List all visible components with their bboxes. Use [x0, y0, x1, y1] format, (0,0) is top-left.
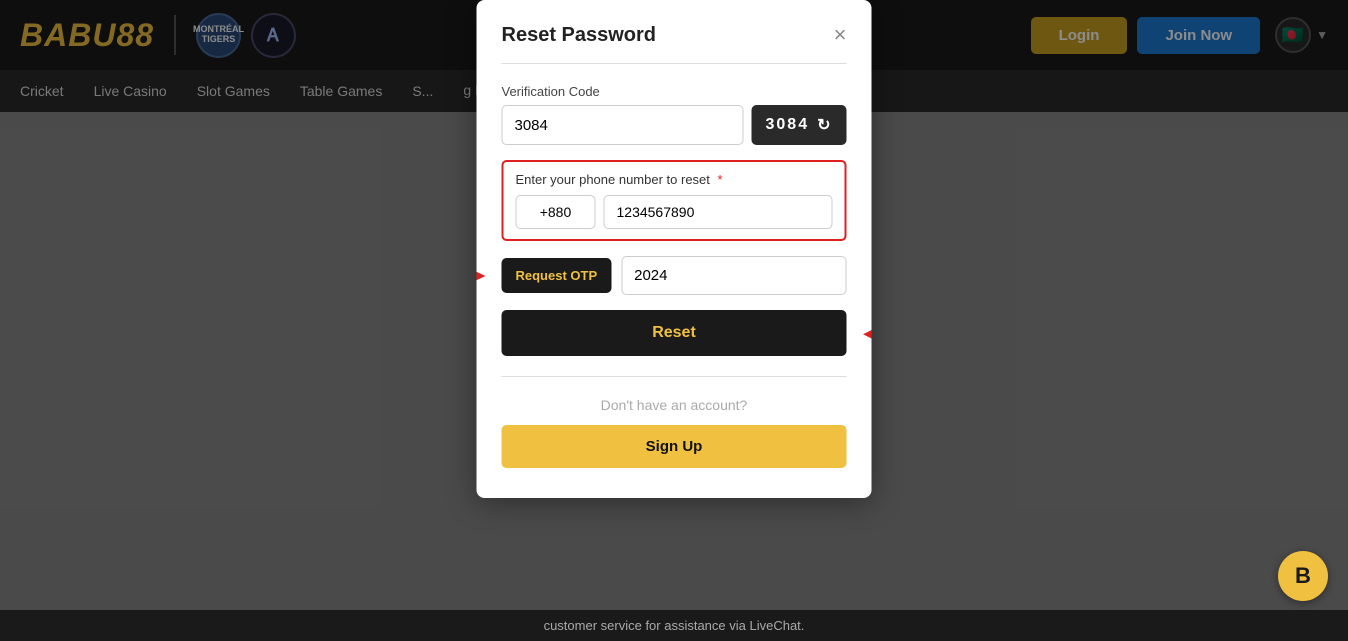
modal-close-button[interactable]: × — [834, 22, 847, 48]
modal-top-divider — [502, 63, 847, 64]
reset-button[interactable]: Reset — [502, 310, 847, 356]
modal-title: Reset Password — [502, 24, 657, 47]
captcha-text: 3084 — [766, 116, 810, 134]
modal-bottom-divider — [502, 376, 847, 377]
phone-code-input[interactable] — [516, 195, 596, 229]
no-account-text: Don't have an account? — [502, 397, 847, 413]
bottom-bar: customer service for assistance via Live… — [0, 610, 1348, 641]
phone-number-input[interactable] — [604, 195, 833, 229]
modal-header: Reset Password × — [477, 0, 872, 63]
captcha-box[interactable]: 3084 ↻ — [752, 105, 847, 145]
phone-inputs — [516, 195, 833, 229]
otp-row: ➤ Request OTP — [502, 256, 847, 295]
sign-up-button[interactable]: Sign Up — [502, 425, 847, 468]
verification-code-label: Verification Code — [502, 84, 847, 99]
request-otp-button[interactable]: Request OTP — [502, 258, 612, 293]
refresh-icon: ↻ — [817, 115, 832, 135]
bottom-bar-text: customer service for assistance via Live… — [544, 618, 805, 633]
phone-label-text: Enter your phone number to reset — [516, 172, 710, 187]
verification-code-row: 3084 ↻ — [502, 105, 847, 145]
floating-b-label: B — [1295, 563, 1311, 589]
required-star: * — [718, 172, 723, 187]
floating-b-button[interactable]: B — [1278, 551, 1328, 601]
verification-code-input[interactable] — [502, 105, 744, 145]
otp-arrow-icon: ➤ — [477, 261, 487, 290]
reset-arrow-icon: ◀ — [863, 319, 871, 348]
otp-input[interactable] — [621, 256, 846, 295]
modal-body: Verification Code 3084 ↻ Enter your phon… — [477, 84, 872, 468]
reset-password-modal: Reset Password × Verification Code 3084 … — [477, 0, 872, 498]
phone-section: Enter your phone number to reset * — [502, 160, 847, 241]
phone-label: Enter your phone number to reset * — [516, 172, 833, 187]
reset-button-wrapper: Reset ◀ — [502, 310, 847, 356]
